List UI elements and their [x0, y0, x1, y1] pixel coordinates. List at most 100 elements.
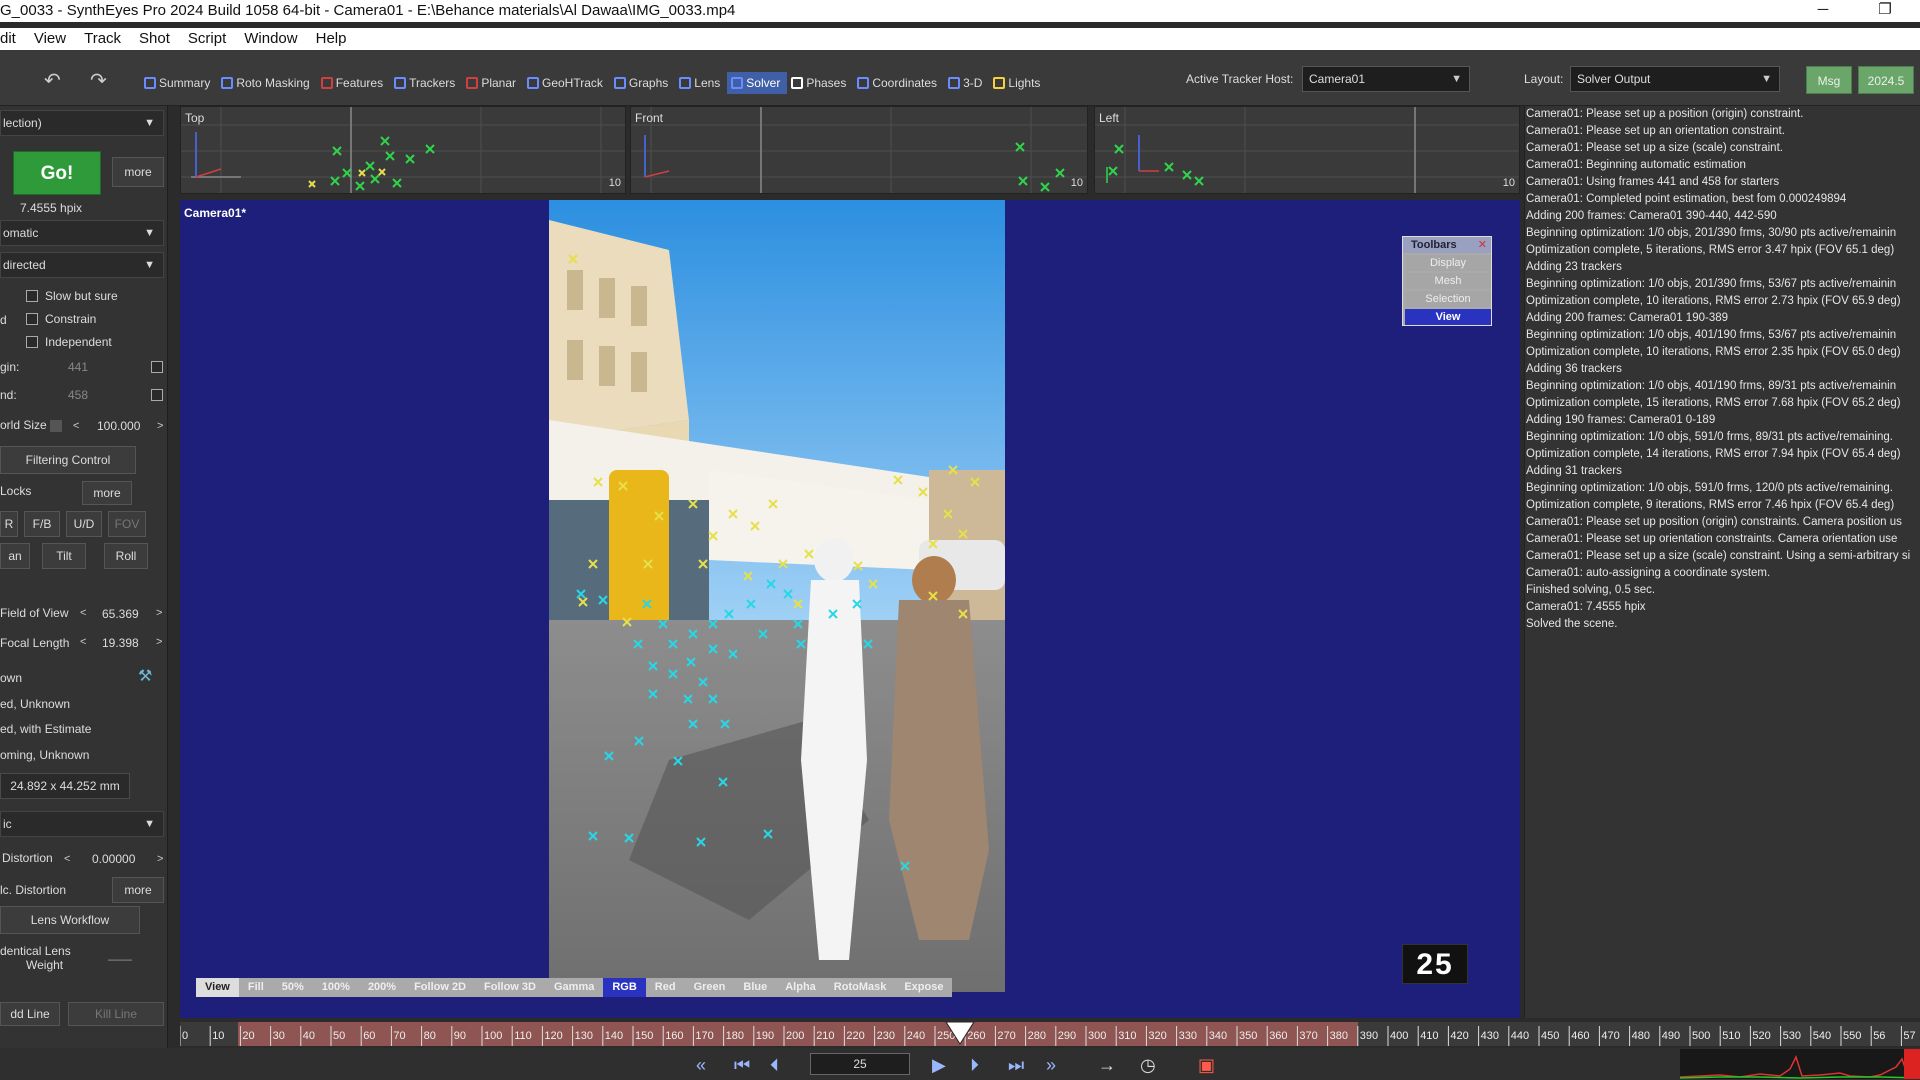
menu-track[interactable]: Track	[84, 30, 121, 47]
calc-distortion-more-button[interactable]: more	[112, 877, 164, 903]
direction-dropdown[interactable]: directed ▼	[0, 252, 164, 278]
timeline-bar[interactable]: 0 10 20 30 40 50 60 70 80 90 100 110 120 130 140 150 160…	[180, 1022, 1920, 1046]
play-icon[interactable]: ▶	[932, 1055, 946, 1076]
step-forward-icon[interactable]: ⏵	[970, 1055, 979, 1076]
view-option-follow-3d[interactable]: Follow 3D	[475, 978, 545, 997]
film-icon[interactable]: ▣	[1198, 1055, 1215, 1076]
slow-but-sure-checkbox[interactable]	[26, 290, 38, 302]
sensor-size-field[interactable]: 24.892 x 44.252 mm	[0, 773, 130, 799]
menu-help[interactable]: Help	[316, 30, 347, 47]
video-frame[interactable]	[549, 200, 1005, 992]
tab-phases[interactable]: Phases	[787, 72, 853, 94]
focal-length-decrement[interactable]: <	[80, 636, 86, 648]
view-option-green[interactable]: Green	[685, 978, 735, 997]
menu-window[interactable]: Window	[244, 30, 297, 47]
step-back-icon[interactable]: ⏴	[770, 1055, 779, 1076]
go-button[interactable]: Go!	[13, 151, 101, 195]
view-option-100-[interactable]: 100%	[313, 978, 359, 997]
weight-value[interactable]: ——	[108, 952, 132, 966]
front-view[interactable]: Front 10	[630, 106, 1088, 194]
menu-script[interactable]: Script	[188, 30, 226, 47]
camera-view[interactable]: Camera01* Toolbars ✕ Display Mesh Select…	[180, 200, 1520, 1018]
end-frame-checkbox[interactable]	[151, 389, 163, 401]
tab-trackers[interactable]: Trackers	[390, 72, 462, 94]
locks-more-button[interactable]: more	[82, 481, 132, 505]
solver-more-button[interactable]: more	[112, 157, 164, 187]
toolbars-item-display[interactable]: Display	[1405, 255, 1491, 271]
tab-features[interactable]: Features	[317, 72, 390, 94]
lens-state-fixed-unknown[interactable]: ed, Unknown	[0, 697, 70, 711]
solver-output-log[interactable]: Camera01: Please set up a position (orig…	[1524, 106, 1920, 1018]
view-option-200-[interactable]: 200%	[359, 978, 405, 997]
go-to-start-icon[interactable]: ⏮	[734, 1055, 750, 1076]
tilt-button[interactable]: Tilt	[42, 543, 86, 569]
view-option-50-[interactable]: 50%	[273, 978, 313, 997]
msg-button[interactable]: Msg	[1806, 66, 1852, 94]
go-to-end-icon[interactable]: ⏭	[1008, 1055, 1024, 1076]
world-size-increment[interactable]: >	[157, 420, 163, 432]
tab-summary[interactable]: Summary	[140, 72, 217, 94]
lock-fb-button[interactable]: F/B	[24, 511, 60, 537]
menu-edit[interactable]: dit	[0, 30, 16, 47]
current-frame-field[interactable]: 25	[810, 1053, 910, 1075]
toolbars-item-view[interactable]: View	[1405, 309, 1491, 325]
menu-shot[interactable]: Shot	[139, 30, 170, 47]
view-option-rgb[interactable]: RGB	[603, 978, 646, 997]
end-frame-value[interactable]: 458	[68, 388, 88, 402]
redo-icon[interactable]: ↷	[90, 68, 107, 93]
lens-state-fixed-estimate[interactable]: ed, with Estimate	[0, 722, 91, 736]
lens-state-known[interactable]: own	[0, 671, 22, 685]
view-option-alpha[interactable]: Alpha	[776, 978, 825, 997]
toolbars-item-selection[interactable]: Selection	[1405, 291, 1491, 307]
undo-icon[interactable]: ↶	[44, 68, 61, 93]
world-size-value[interactable]: 100.000	[97, 419, 140, 433]
close-icon[interactable]: ✕	[1478, 237, 1487, 253]
constrain-checkbox[interactable]	[26, 313, 38, 325]
tab-coordinates[interactable]: Coordinates	[853, 72, 944, 94]
wand-icon[interactable]: ⚒	[138, 666, 152, 686]
toolbars-item-mesh[interactable]: Mesh	[1405, 273, 1491, 289]
tab-planar[interactable]: Planar	[462, 72, 523, 94]
tab-lens[interactable]: Lens	[675, 72, 727, 94]
left-view[interactable]: Left 10	[1094, 106, 1520, 194]
solver-mode-dropdown[interactable]: lection) ▼	[0, 110, 164, 136]
top-view[interactable]: Top 10	[180, 106, 626, 194]
independent-checkbox[interactable]	[26, 336, 38, 348]
view-option-follow-2d[interactable]: Follow 2D	[405, 978, 475, 997]
tab-lights[interactable]: Lights	[989, 72, 1047, 94]
minimize-button[interactable]: ─	[1800, 0, 1846, 22]
begin-frame-value[interactable]: 441	[68, 360, 88, 374]
view-option-expose[interactable]: Expose	[895, 978, 952, 997]
tab-solver[interactable]: Solver	[727, 72, 788, 94]
filtering-control-button[interactable]: Filtering Control	[0, 446, 136, 474]
lens-state-zooming-unknown[interactable]: oming, Unknown	[0, 748, 89, 762]
tab-graphs[interactable]: Graphs	[610, 72, 675, 94]
arrow-right-icon[interactable]: →	[1098, 1055, 1116, 1076]
world-size-swatch[interactable]	[50, 420, 62, 432]
rewind-icon[interactable]: «	[696, 1055, 706, 1076]
menu-view[interactable]: View	[34, 30, 66, 47]
distortion-value[interactable]: 0.00000	[92, 852, 135, 866]
tab-3-d[interactable]: 3-D	[944, 72, 989, 94]
fov-decrement[interactable]: <	[80, 607, 86, 619]
layout-dropdown[interactable]: Solver Output ▼	[1570, 66, 1780, 92]
clock-icon[interactable]: ◷	[1140, 1055, 1156, 1076]
distortion-increment[interactable]: >	[157, 853, 163, 865]
begin-frame-checkbox[interactable]	[151, 361, 163, 373]
lens-workflow-button[interactable]: Lens Workflow	[0, 906, 140, 934]
fov-increment[interactable]: >	[156, 607, 162, 619]
lock-fov-button[interactable]: FOV	[108, 511, 146, 537]
lock-r-button[interactable]: R	[0, 511, 18, 537]
view-option-blue[interactable]: Blue	[734, 978, 776, 997]
kill-line-button[interactable]: Kill Line	[68, 1002, 164, 1026]
lens-model-dropdown[interactable]: ic ▼	[0, 811, 164, 837]
fov-value[interactable]: 65.369	[102, 607, 139, 621]
auto-dropdown[interactable]: omatic ▼	[0, 220, 164, 246]
view-option-gamma[interactable]: Gamma	[545, 978, 603, 997]
view-option-fill[interactable]: Fill	[239, 978, 273, 997]
tab-geohtrack[interactable]: GeoHTrack	[523, 72, 610, 94]
add-line-button[interactable]: dd Line	[0, 1002, 60, 1026]
pan-button[interactable]: an	[0, 543, 30, 569]
roll-button[interactable]: Roll	[104, 543, 148, 569]
restore-button[interactable]: ❐	[1862, 0, 1908, 22]
